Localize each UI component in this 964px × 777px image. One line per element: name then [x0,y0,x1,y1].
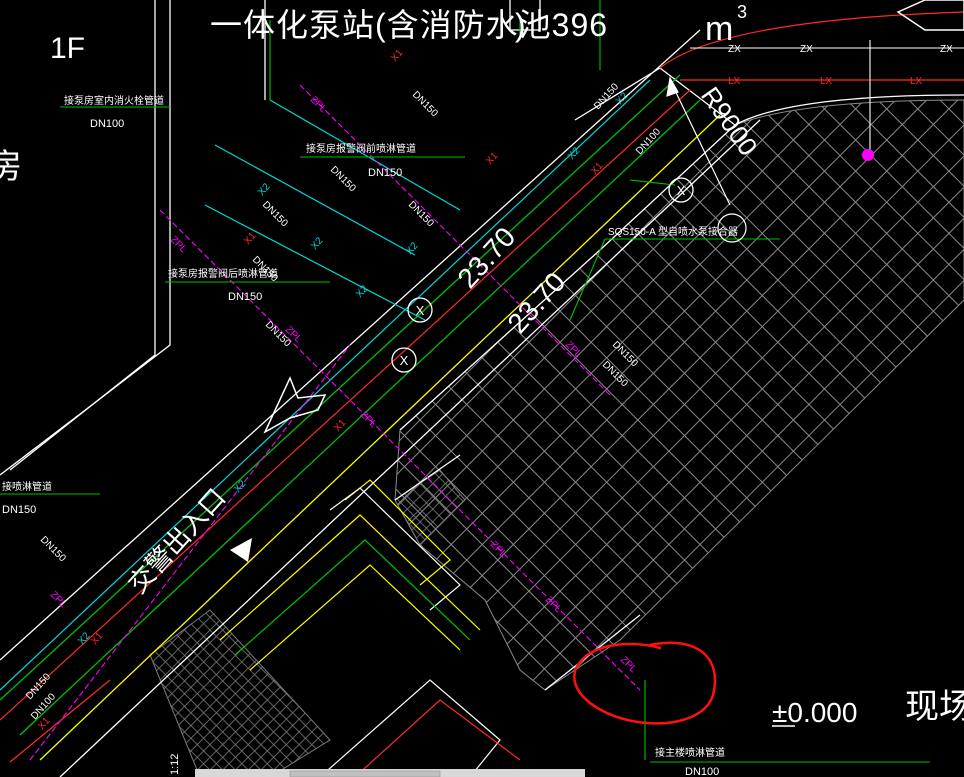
note-left-sprinkler: 接喷淋管道 [2,480,52,493]
svg-text:LX: LX [820,76,833,87]
note-adapter: SQS150-A 型自喷水泵接合器 [608,225,738,238]
svg-text:LX: LX [728,76,741,87]
note-after-alarm-dn: DN150 [228,291,262,303]
svg-text:ZPL: ZPL [168,234,189,255]
site-label: 现场 [905,688,964,726]
scale-mark: 1:12 [169,754,181,775]
svg-text:DN150: DN150 [260,199,290,229]
svg-text:X2: X2 [354,283,371,300]
pump-station-title-close: ) [515,7,526,43]
svg-text:DN150: DN150 [328,164,358,194]
valve-symbol [862,149,874,161]
svg-text:LX: LX [910,76,923,87]
svg-text:X2: X2 [404,240,421,257]
direction-arrow-small [230,538,252,562]
note-before-alarm: 接泵房报警阀前喷淋管道 [306,142,416,155]
marker-symbol: X [416,303,425,318]
left-partial-char: 房 [0,148,22,186]
svg-text:X1: X1 [589,160,606,177]
svg-text:DN150: DN150 [38,534,68,564]
svg-text:ZX: ZX [800,44,813,55]
svg-text:DN150: DN150 [406,199,436,229]
hydrant-marker-1[interactable]: X [407,297,433,323]
note-before-alarm-dn: DN150 [368,167,402,179]
note-left-sprinkler-dn: DN150 [2,504,36,516]
direction-arrow-large [263,376,327,434]
svg-text:X2: X2 [309,235,326,252]
svg-text:DN100: DN100 [634,126,663,157]
elevation-label-1: 23.70 [451,221,521,294]
svg-text:ZPL: ZPL [618,654,639,675]
svg-text:X2: X2 [76,630,93,647]
pump-station-title: 一体化泵站(含消防水池396 [210,7,608,43]
bottom-toolbar-strip [195,769,585,777]
entrance-label: 交警出入口 [122,482,231,599]
note-main-sprinkler-dn: DN100 [685,766,719,777]
cad-drawing-canvas[interactable]: X X X 1F 房 一体化泵站(含消防水池396 ) m 3 R9000 23… [0,0,964,777]
svg-text:ZPL: ZPL [48,589,69,610]
paving-hatch-area [149,99,964,777]
note-main-sprinkler: 接主楼喷淋管道 [655,746,725,759]
svg-text:ZPL: ZPL [358,409,379,430]
svg-text:X1: X1 [332,417,349,434]
svg-text:ZX: ZX [940,44,953,55]
svg-text:X1: X1 [484,150,501,167]
marker-symbol: X [400,353,409,368]
volume-unit-superscript: 3 [737,2,747,22]
svg-text:ZX: ZX [728,44,741,55]
svg-text:ZPL: ZPL [308,94,329,115]
svg-text:X2: X2 [256,181,273,198]
ground-level-label: ±0.000 [772,697,857,728]
volume-unit: m [705,10,733,48]
floor-label: 1F [50,32,85,65]
note-indoor-hydrant-dn: DN100 [90,118,124,130]
note-indoor-hydrant: 接泵房室内消火栓管道 [64,94,164,107]
svg-text:X1: X1 [389,47,406,64]
svg-text:DN150: DN150 [410,89,440,119]
svg-text:X2: X2 [232,478,249,495]
marker-symbol: X [677,183,686,198]
svg-text:X1: X1 [242,230,259,247]
